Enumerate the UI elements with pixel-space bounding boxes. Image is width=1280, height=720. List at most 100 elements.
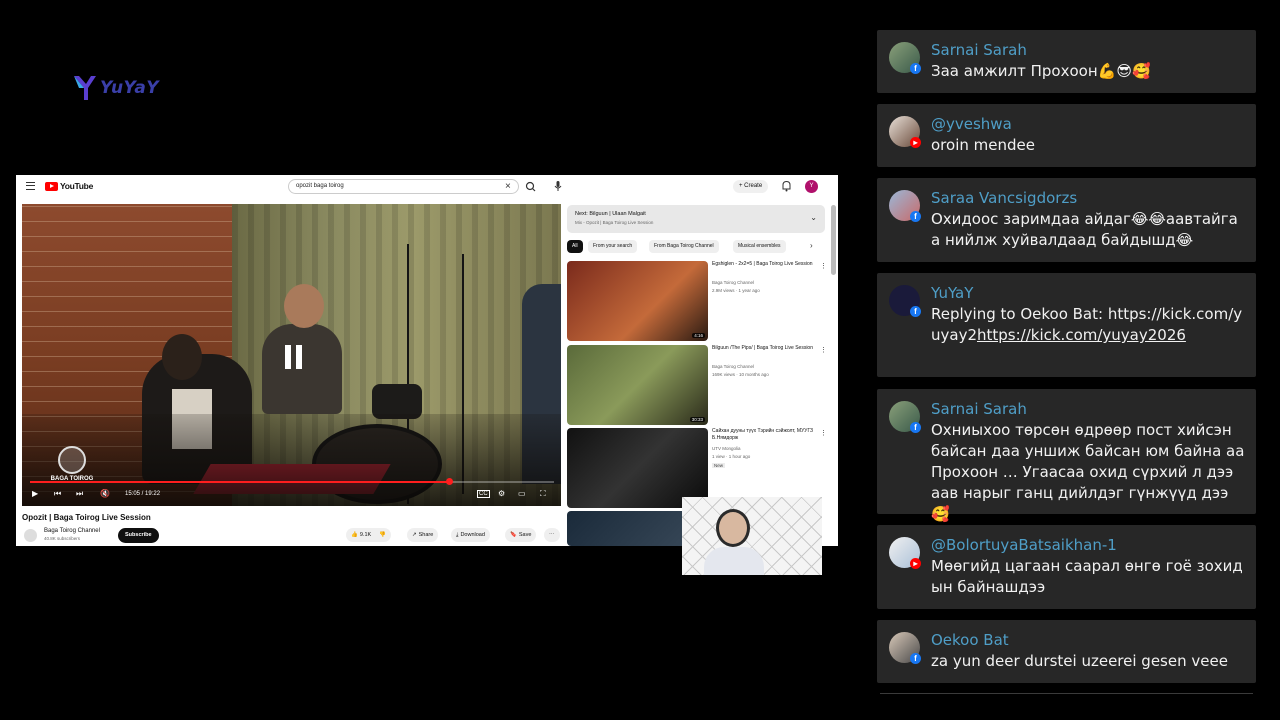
webcam-overlay xyxy=(682,497,822,575)
pianist-head xyxy=(162,334,202,380)
chat-link[interactable]: https://kick.com/yuyay2026 xyxy=(977,326,1186,344)
captions-icon[interactable]: CC xyxy=(477,490,490,498)
like-count: 9.1K xyxy=(359,532,372,538)
download-icon: ⤓ xyxy=(456,532,459,538)
search-input[interactable]: opozit baga toirog xyxy=(288,179,519,194)
recommendation-channel: UTV Mongolia xyxy=(712,446,741,451)
subscribe-button[interactable]: Subscribe xyxy=(118,528,159,543)
drummer-head xyxy=(284,284,324,328)
recommendation-title[interactable]: Bilguun /The Pips/ | Baga Toirog Live Se… xyxy=(712,345,817,352)
recommendation-thumbnail[interactable]: 4:16 xyxy=(567,261,708,341)
create-button[interactable]: + Create xyxy=(733,180,769,193)
recommendation-thumbnail[interactable] xyxy=(567,428,708,508)
video-duration: 30:33 xyxy=(689,417,705,422)
more-vert-icon[interactable]: ⋮ xyxy=(820,346,827,354)
chat-username: Sarnai Sarah xyxy=(931,41,1027,59)
video-title: Opozit | Baga Toirog Live Session xyxy=(22,513,151,522)
chevron-down-icon[interactable]: ⌄ xyxy=(810,213,817,222)
thumbs-up-icon: 👍 xyxy=(351,532,358,538)
chat-message: ▸ @yveshwa oroin mendee xyxy=(877,104,1256,167)
more-vert-icon[interactable]: ⋮ xyxy=(820,262,827,270)
chat-message: f Sarnai Sarah Охниыхоо төрсөн өдрөөр по… xyxy=(877,389,1256,523)
time-display: 15:05 / 19:22 xyxy=(125,491,161,497)
scrollbar[interactable] xyxy=(831,205,836,275)
chat-username: Saraa Vancsigdorzs xyxy=(931,189,1078,207)
streamer xyxy=(702,507,764,575)
share-button[interactable]: ↗ Share xyxy=(407,528,439,542)
progress-bar[interactable] xyxy=(30,478,554,485)
create-label: Create xyxy=(744,183,763,189)
chat-text: oroin mendee xyxy=(931,136,1035,154)
fullscreen-icon[interactable]: ⛶ xyxy=(540,488,546,500)
recommendation-meta: 1 view · 1 hour ago xyxy=(712,454,751,459)
up-next-panel[interactable]: Next: Bilguun | Ulaan Malgait Mix - Opoz… xyxy=(567,205,825,233)
chat-username: Oekoo Bat xyxy=(931,631,1009,649)
like-button[interactable]: 👍 9.1K 👎 xyxy=(346,528,392,542)
chat-username: YuYaY xyxy=(931,284,974,302)
settings-gear-icon[interactable]: ⚙ xyxy=(498,488,505,500)
recommendation-item[interactable]: Сайхан дууны түүх Тэрийн сэйжолт, МУУГЗ … xyxy=(567,428,827,508)
streamer-body xyxy=(704,547,764,575)
chip-from-search[interactable]: From your search xyxy=(588,240,638,253)
download-label: Download xyxy=(460,532,485,538)
facebook-icon: f xyxy=(910,211,921,222)
chat-message: f Sarnai Sarah Заа амжилт Прохоон💪😎🥰 xyxy=(877,30,1256,93)
search-icon[interactable] xyxy=(524,179,538,194)
account-avatar[interactable]: Y xyxy=(805,180,818,193)
chat-text: Replying to Oekoo Bat: https://kick.com/… xyxy=(931,304,1245,346)
next-icon[interactable]: ⏭ xyxy=(76,488,83,500)
recommendation-thumbnail[interactable]: 30:33 xyxy=(567,345,708,425)
youtube-brand-text: YouTube xyxy=(60,181,93,191)
channel-avatar[interactable] xyxy=(24,529,37,542)
chevron-right-icon[interactable]: › xyxy=(810,241,813,250)
facebook-icon: f xyxy=(910,306,921,317)
thumbs-down-icon[interactable]: 👎 xyxy=(379,528,386,542)
volume-mute-icon[interactable]: 🔇 xyxy=(100,488,110,500)
previous-icon[interactable]: ⏮ xyxy=(54,488,61,500)
share-icon: ↗ xyxy=(412,532,417,538)
stream-logo: YuYaY xyxy=(72,74,159,102)
more-actions-button[interactable]: ⋯ xyxy=(544,528,560,542)
menu-icon[interactable] xyxy=(26,182,35,190)
recommendation-item[interactable]: 4:16 Egshiglen - 2x2=5 | Baga Toirog Liv… xyxy=(567,261,827,341)
youtube-play-icon xyxy=(45,181,58,191)
facebook-icon: f xyxy=(910,63,921,74)
channel-subscribers: 40.8K subscribers xyxy=(44,536,81,541)
clear-search-icon[interactable]: × xyxy=(505,179,511,194)
bookmark-icon: 🔖 xyxy=(510,532,517,538)
video-player[interactable]: BAGA TOIROG ▶ ⏮ ⏭ 🔇 15:05 / 19:22 CC ⚙ ▭… xyxy=(22,204,561,506)
recommendation-meta: 2.9M views · 1 year ago xyxy=(712,288,760,293)
watermark-logo-icon xyxy=(58,446,86,474)
chip-musical-ensembles[interactable]: Musical ensembles xyxy=(733,240,786,253)
drummer xyxy=(262,324,342,414)
up-next-title: Next: Bilguun | Ulaan Malgait xyxy=(575,211,646,217)
chat-divider xyxy=(880,693,1253,694)
recommendation-title[interactable]: Egshiglen - 2x2=5 | Baga Toirog Live Ses… xyxy=(712,261,817,268)
microphone-icon[interactable] xyxy=(553,180,563,192)
chip-all[interactable]: All xyxy=(567,240,583,253)
youtube-logo[interactable]: YouTube xyxy=(45,181,93,191)
play-icon[interactable]: ▶ xyxy=(32,488,38,500)
chat-message: ▸ @BolortuyaBatsaikhan-1 Мөөгийд цагаан … xyxy=(877,525,1256,609)
chat-username: @BolortuyaBatsaikhan-1 xyxy=(931,536,1117,554)
notifications-bell-icon[interactable] xyxy=(781,180,792,192)
chip-from-channel[interactable]: From Baga Toirog Channel xyxy=(649,240,719,253)
youtube-icon: ▸ xyxy=(910,137,921,148)
logo-text: YuYaY xyxy=(100,78,160,98)
chat-username: @yveshwa xyxy=(931,115,1012,133)
more-vert-icon[interactable]: ⋮ xyxy=(820,429,827,437)
logo-y-icon xyxy=(74,76,96,100)
chat-message: f YuYaY Replying to Oekoo Bat: https://k… xyxy=(877,273,1256,377)
save-button[interactable]: 🔖 Save xyxy=(505,528,537,542)
recommendation-item[interactable]: 30:33 Bilguun /The Pips/ | Baga Toirog L… xyxy=(567,345,827,425)
recommendation-title[interactable]: Сайхан дууны түүх Тэрийн сэйжолт, МУУГЗ … xyxy=(712,428,817,442)
download-button[interactable]: ⤓ Download xyxy=(451,528,490,542)
channel-name[interactable]: Baga Toirog Channel xyxy=(44,528,100,534)
pause-icon[interactable] xyxy=(284,345,304,369)
miniplayer-icon[interactable]: ▭ xyxy=(518,488,526,500)
progress-fill xyxy=(30,481,450,483)
chat-message: f Oekoo Bat za yun deer durstei uzeerei … xyxy=(877,620,1256,683)
recommendation-meta: 169K views · 10 months ago xyxy=(712,372,769,377)
youtube-window: YouTube opozit baga toirog × + Create Y xyxy=(16,175,838,546)
recommendation-channel: Baga Toirog Channel xyxy=(712,364,754,369)
